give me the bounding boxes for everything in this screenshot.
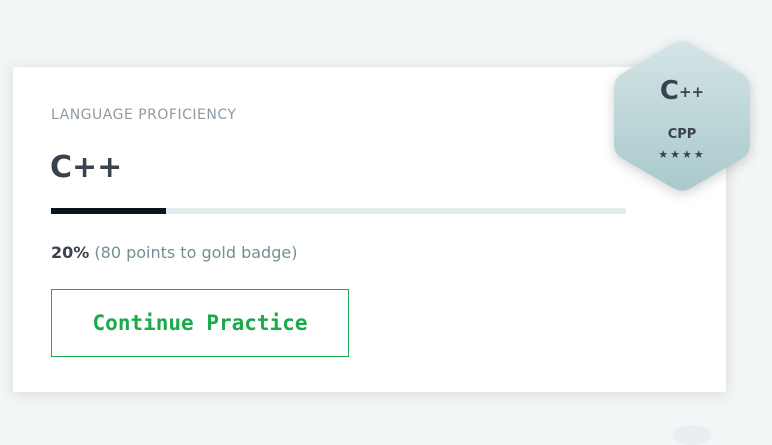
badge-hexagon-shape	[614, 41, 750, 191]
cpp-icon: C++	[659, 76, 705, 106]
progress-detail: (80 points to gold badge)	[94, 243, 298, 262]
language-title: C++	[50, 150, 123, 185]
badge-name: CPP	[667, 127, 697, 142]
progress-text: 20% (80 points to gold badge)	[51, 243, 297, 262]
section-label: LANGUAGE PROFICIENCY	[51, 107, 237, 123]
badge-stars: ★★★★	[658, 148, 706, 161]
decorative-shape	[672, 425, 712, 445]
progress-percent: 20%	[51, 243, 90, 262]
progress-bar	[51, 208, 626, 214]
continue-practice-button[interactable]: Continue Practice	[51, 289, 349, 357]
cpp-badge[interactable]: C++ CPP ★★★★	[613, 40, 751, 192]
progress-bar-fill	[51, 208, 166, 214]
